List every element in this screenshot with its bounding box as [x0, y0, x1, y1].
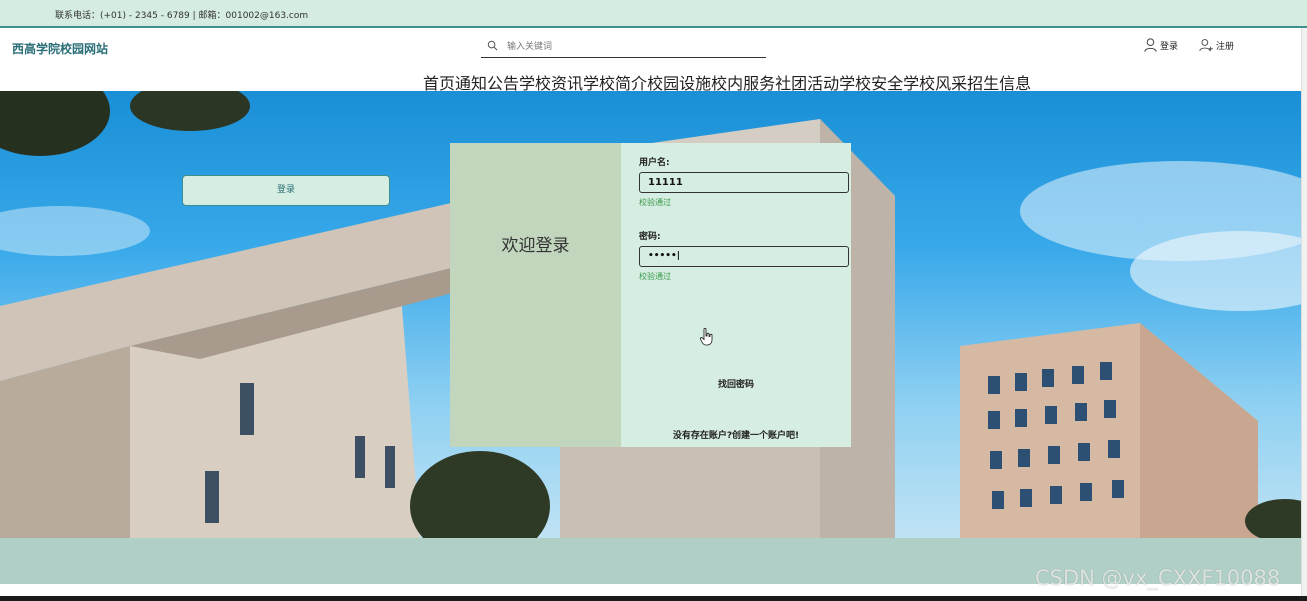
welcome-heading: 欢迎登录 [501, 236, 570, 256]
register-link[interactable]: 注册 [1199, 37, 1234, 53]
csdn-watermark: CSDN @vx_CXXF10088 [1035, 566, 1281, 590]
login-link-label: 登录 [1160, 41, 1179, 52]
login-submit-button[interactable]: 登录 [182, 175, 390, 206]
contact-info: 联系电话：(+01) - 2345 - 6789 | 邮箱：001002@163… [55, 11, 309, 21]
username-input[interactable]: 11111 [639, 172, 849, 193]
username-hint: 校验通过 [639, 198, 671, 207]
login-panel: 欢迎登录 用户名: 11111 校验通过 密码: •••••| 校验通过 找回密… [450, 143, 851, 447]
register-link-label: 注册 [1216, 41, 1235, 52]
site-title[interactable]: 西高学院校园网站 [12, 40, 108, 57]
login-welcome-pane: 欢迎登录 [450, 143, 621, 447]
vertical-scrollbar[interactable] [1301, 28, 1307, 596]
user-add-icon [1199, 39, 1213, 51]
find-password-link[interactable]: 找回密码 [621, 377, 851, 390]
hand-cursor-icon [700, 328, 713, 346]
password-input[interactable]: •••••| [639, 246, 849, 267]
search-box [481, 36, 766, 58]
password-label: 密码: [639, 232, 661, 242]
top-contact-bar: 联系电话：(+01) - 2345 - 6789 | 邮箱：001002@163… [0, 0, 1307, 28]
site-header: 西高学院校园网站 登录 注册 首页 通知公告 学校资讯 学校简介 校园设施 校内… [0, 30, 1307, 93]
user-icon [1144, 38, 1157, 52]
login-link[interactable]: 登录 [1143, 37, 1178, 53]
search-input[interactable] [507, 39, 757, 55]
taskbar-edge [0, 596, 1307, 601]
create-account-link[interactable]: 没有存在账户?创建一个账户吧! [621, 428, 851, 441]
login-form: 用户名: 11111 校验通过 密码: •••••| 校验通过 找回密码 没有存… [621, 143, 851, 447]
search-icon[interactable] [487, 40, 498, 51]
password-hint: 校验通过 [639, 272, 671, 281]
username-label: 用户名: [639, 158, 670, 168]
